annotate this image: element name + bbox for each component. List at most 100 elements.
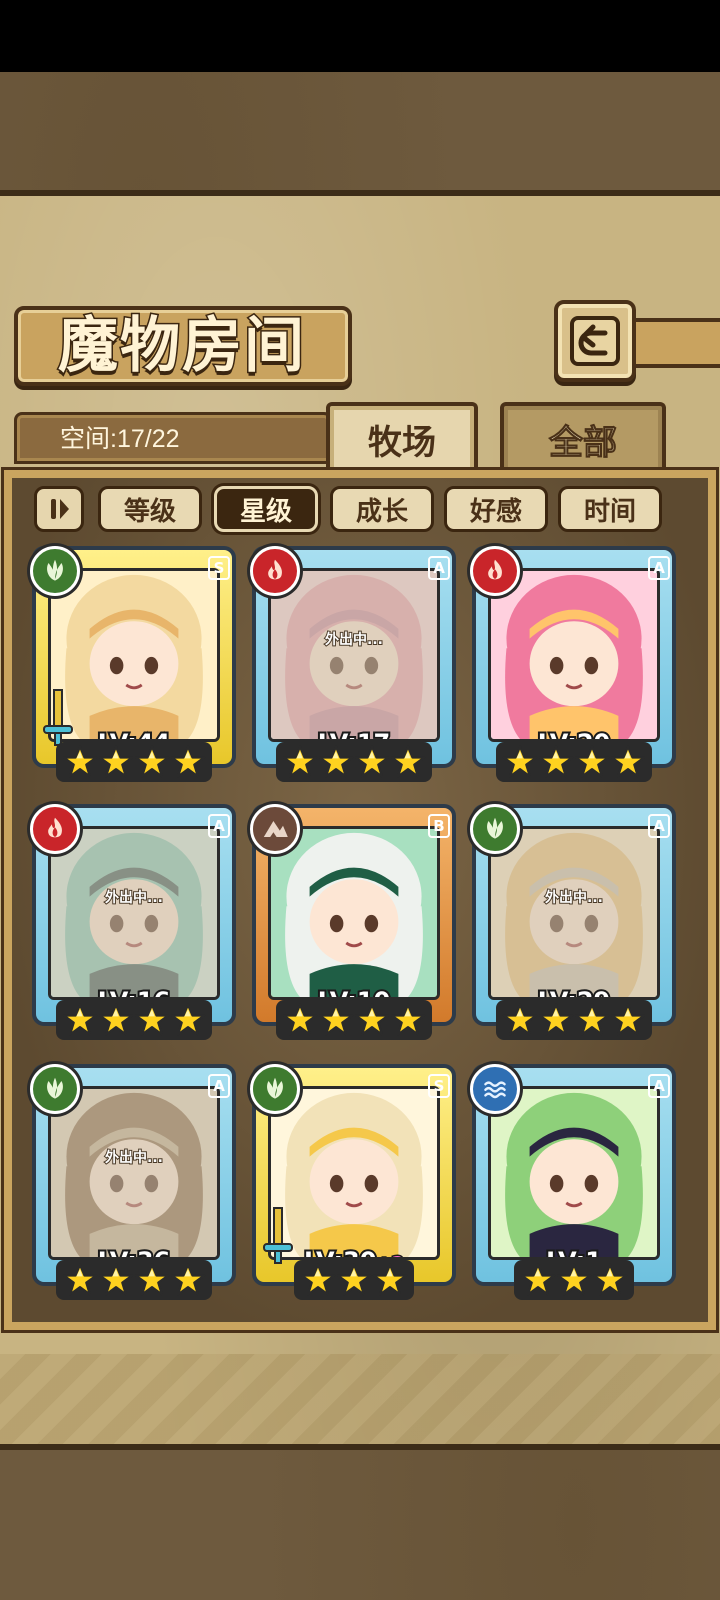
monster-level: LV:1 [491, 1245, 657, 1257]
star-icon [390, 1002, 426, 1038]
monster-card[interactable]: LV:20 A [470, 546, 676, 782]
star-icon [502, 1002, 538, 1038]
star-icon [556, 1262, 592, 1298]
star-icon [318, 744, 354, 780]
monster-level: LV:16 [51, 985, 217, 997]
star-icon [134, 744, 170, 780]
leaf-element-icon [30, 1064, 80, 1114]
monster-portrait: LV:1 [488, 1086, 660, 1260]
rank-badge: A [428, 556, 450, 580]
star-icon [354, 744, 390, 780]
page-title: 魔物房间 [57, 310, 306, 383]
star-icon [592, 1262, 628, 1298]
rank-badge: S [428, 1074, 450, 1098]
earth-element-icon [250, 804, 300, 854]
water-element-icon [470, 1064, 520, 1114]
monster-card[interactable]: LV:30+2S [250, 1064, 456, 1300]
monster-card[interactable]: 外出中... LV:17 A [250, 546, 456, 782]
monster-card[interactable]: 外出中... LV:36 A [30, 1064, 236, 1300]
leaf-element-icon [30, 546, 80, 596]
tab-all[interactable]: 全部 [500, 402, 666, 472]
status-bar [0, 0, 720, 72]
star-icon [282, 1002, 318, 1038]
star-rating [32, 1000, 236, 1040]
monster-portrait: 外出中... LV:17 [268, 568, 440, 742]
monster-level: LV:20 [491, 727, 657, 739]
away-status: 外出中... [544, 889, 604, 907]
star-icon [610, 1002, 646, 1038]
star-icon [134, 1262, 170, 1298]
rank-badge: A [648, 556, 670, 580]
rank-badge: A [648, 1074, 670, 1098]
star-icon [170, 1002, 206, 1038]
star-icon [318, 1002, 354, 1038]
back-button[interactable] [554, 300, 636, 382]
sort-order-toggle[interactable] [34, 486, 84, 532]
monster-level: LV:17 [271, 727, 437, 739]
star-rating [252, 1260, 456, 1300]
fire-element-icon [470, 546, 520, 596]
fire-element-icon [30, 804, 80, 854]
monster-portrait: 外出中... LV:16 [48, 826, 220, 1000]
monster-portrait: LV:10 [268, 826, 440, 1000]
space-capacity: 空间:17/22 [60, 425, 180, 453]
star-rating [32, 742, 236, 782]
star-icon [98, 1002, 134, 1038]
star-icon [170, 1262, 206, 1298]
sort-toggle-icon [51, 499, 69, 519]
star-rating [472, 1000, 676, 1040]
star-icon [62, 1262, 98, 1298]
sort-level-button[interactable]: 等级 [98, 486, 202, 532]
monster-card[interactable]: LV:1 A [470, 1064, 676, 1300]
rank-badge: S [208, 556, 230, 580]
star-icon [502, 744, 538, 780]
star-icon [354, 1002, 390, 1038]
back-rail [630, 318, 720, 368]
monster-card[interactable]: LV:10 B [250, 804, 456, 1040]
away-status: 外出中... [104, 1149, 164, 1167]
leaf-element-icon [250, 1064, 300, 1114]
star-icon [520, 1262, 556, 1298]
sort-affection-button[interactable]: 好感 [444, 486, 548, 532]
star-icon [372, 1262, 408, 1298]
star-rating [32, 1260, 236, 1300]
star-rating [472, 742, 676, 782]
monster-level: LV:29 [491, 985, 657, 997]
monster-portrait: 外出中... LV:29 [488, 826, 660, 1000]
level-bonus: +2 [375, 1252, 406, 1258]
star-icon [282, 744, 318, 780]
star-icon [62, 744, 98, 780]
rank-badge: A [208, 814, 230, 838]
monster-portrait: LV:20 [488, 568, 660, 742]
monster-level: LV:10 [271, 985, 437, 997]
star-rating [252, 1000, 456, 1040]
tab-ranch[interactable]: 牧场 [326, 402, 478, 472]
fire-element-icon [250, 546, 300, 596]
star-icon [390, 744, 426, 780]
monster-card[interactable]: 外出中... LV:16 A [30, 804, 236, 1040]
sort-time-button[interactable]: 时间 [558, 486, 662, 532]
star-icon [574, 744, 610, 780]
star-rating [252, 742, 456, 782]
monster-portrait: 外出中... LV:36 [48, 1086, 220, 1260]
sort-growth-button[interactable]: 成长 [330, 486, 434, 532]
star-icon [336, 1262, 372, 1298]
star-icon [62, 1002, 98, 1038]
rank-badge: A [648, 814, 670, 838]
sort-star-button[interactable]: 星级 [214, 486, 318, 532]
rank-badge: A [208, 1074, 230, 1098]
leaf-element-icon [470, 804, 520, 854]
away-status: 外出中... [324, 631, 384, 649]
star-icon [98, 744, 134, 780]
monster-card[interactable]: LV:44S [30, 546, 236, 782]
star-icon [300, 1262, 336, 1298]
monster-card[interactable]: 外出中... LV:29 A [470, 804, 676, 1040]
rank-badge: B [428, 814, 450, 838]
return-arrow-icon [570, 316, 620, 366]
star-rating [472, 1260, 676, 1300]
star-icon [610, 744, 646, 780]
star-icon [538, 1002, 574, 1038]
away-status: 外出中... [104, 889, 164, 907]
star-icon [98, 1262, 134, 1298]
star-icon [134, 1002, 170, 1038]
